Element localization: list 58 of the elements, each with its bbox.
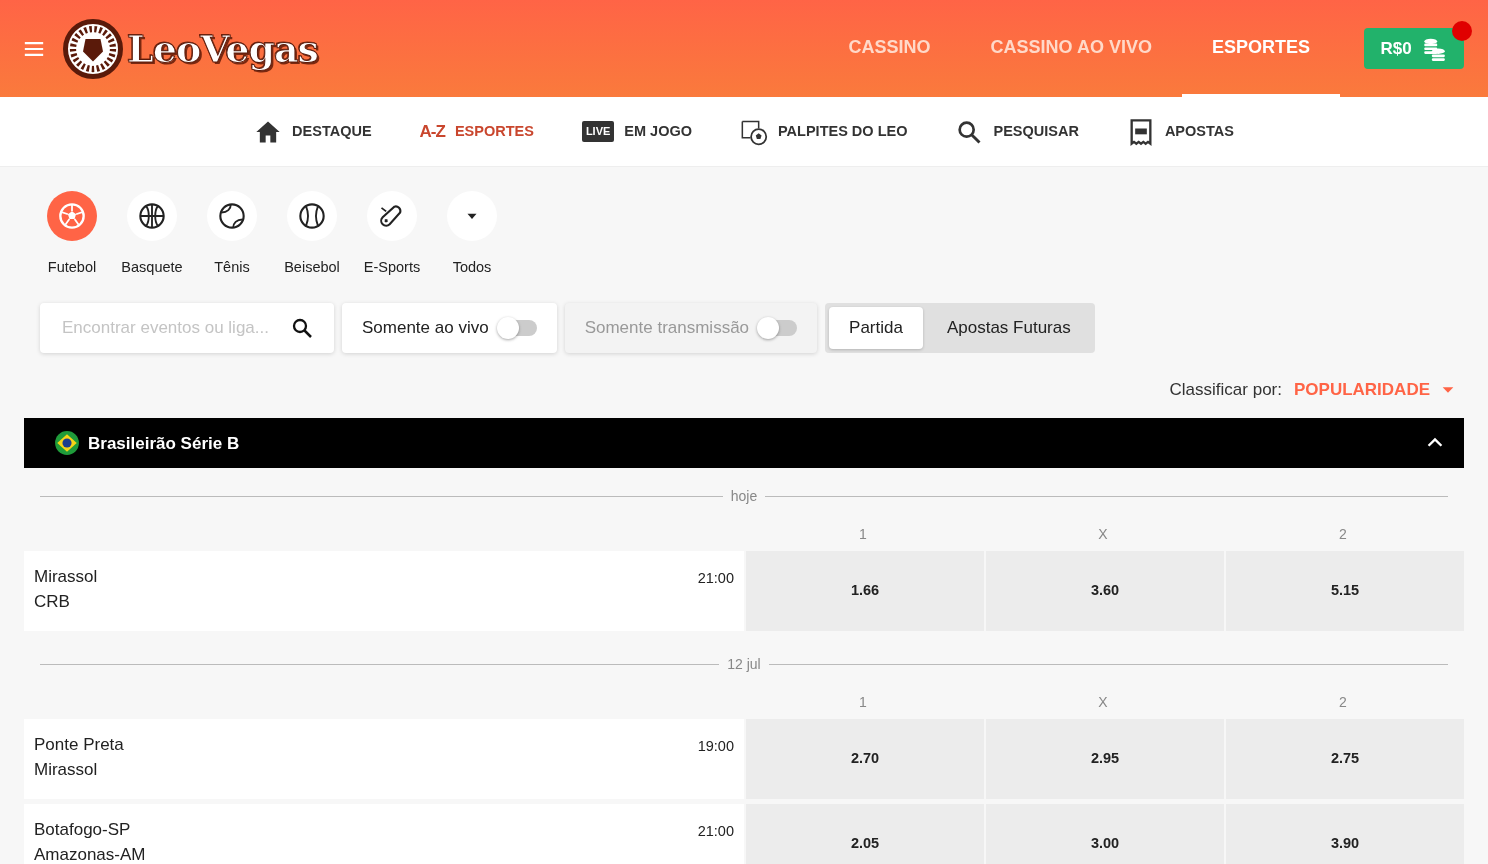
column-header: 1	[858, 693, 868, 713]
team-name: Botafogo-SP	[34, 819, 132, 842]
sort-label: Classificar por:	[1169, 378, 1282, 401]
tennis-ball-icon	[218, 202, 246, 230]
column-header: 2	[1338, 693, 1348, 713]
team-name: Amazonas-AM	[34, 844, 147, 864]
sport-label: E-Sports	[363, 258, 421, 277]
baseball-icon	[298, 202, 326, 230]
team-name: Mirassol	[34, 566, 99, 589]
odds-button[interactable]: 2.95	[986, 719, 1224, 800]
odds-button[interactable]: 3.90	[1226, 804, 1464, 864]
subnav-link[interactable]: DESTAQUE	[254, 117, 372, 146]
date-label: 12 jul	[727, 654, 761, 674]
column-header: 2	[1338, 525, 1348, 545]
odds-button[interactable]: 2.70	[746, 719, 984, 800]
sport-button[interactable]	[367, 191, 417, 241]
brazil-flag-icon	[54, 430, 80, 457]
subnav-link[interactable]: A-Z ESPORTES	[419, 118, 534, 145]
sport-button[interactable]	[207, 191, 257, 241]
team-name: Ponte Preta	[34, 734, 125, 757]
sport-label: Basquete	[121, 258, 183, 277]
odds-button[interactable]: 5.15	[1226, 551, 1464, 632]
league-header[interactable]: Brasileirão Série B	[24, 418, 1464, 469]
sport-label: Beisebol	[284, 258, 340, 277]
basketball-icon	[138, 202, 166, 230]
column-header: X	[1097, 525, 1109, 545]
odds-button[interactable]: 3.60	[986, 551, 1224, 632]
sport-button[interactable]	[127, 191, 177, 241]
view-tab[interactable]: Partida	[829, 306, 923, 349]
odds-button[interactable]: 1.66	[746, 551, 984, 632]
league-name: Brasileirão Série B	[88, 432, 240, 455]
subnav-link[interactable]: APOSTAS	[1126, 117, 1234, 146]
column-header: X	[1097, 693, 1109, 713]
match-time: 21:00	[697, 569, 734, 589]
odds-button[interactable]: 3.00	[986, 804, 1224, 864]
search-box[interactable]: Encontrar eventos ou liga...	[40, 302, 334, 353]
subnav-link[interactable]: PALPITES DO LEO	[740, 117, 908, 146]
az-icon: A-Z	[419, 118, 445, 145]
sport-label: Futebol	[47, 258, 97, 277]
team-name: CRB	[34, 591, 71, 614]
toggle-switch[interactable]	[498, 319, 537, 336]
match-time: 19:00	[697, 737, 734, 757]
live-icon: LIVE	[581, 121, 615, 142]
odds-button[interactable]: 2.75	[1226, 719, 1464, 800]
column-header: 1	[858, 525, 868, 545]
subnav-link[interactable]: PESQUISAR	[955, 117, 1079, 146]
team-name: Mirassol	[34, 759, 99, 782]
odds-button[interactable]: 2.05	[746, 804, 984, 864]
sport-button[interactable]	[287, 191, 337, 241]
sport-label: Todos	[452, 258, 492, 277]
subnav-link[interactable]: LIVE EM JOGO	[581, 120, 692, 143]
soccer-ball-icon	[58, 202, 86, 230]
date-label: hoje	[730, 486, 758, 506]
toggle-label: Somente ao vivo	[362, 317, 489, 339]
sport-label: Tênis	[214, 258, 250, 277]
match-time: 21:00	[697, 822, 734, 842]
view-tab[interactable]: Apostas Futuras	[926, 306, 1091, 349]
toggle-label: Somente transmissão	[584, 317, 750, 339]
